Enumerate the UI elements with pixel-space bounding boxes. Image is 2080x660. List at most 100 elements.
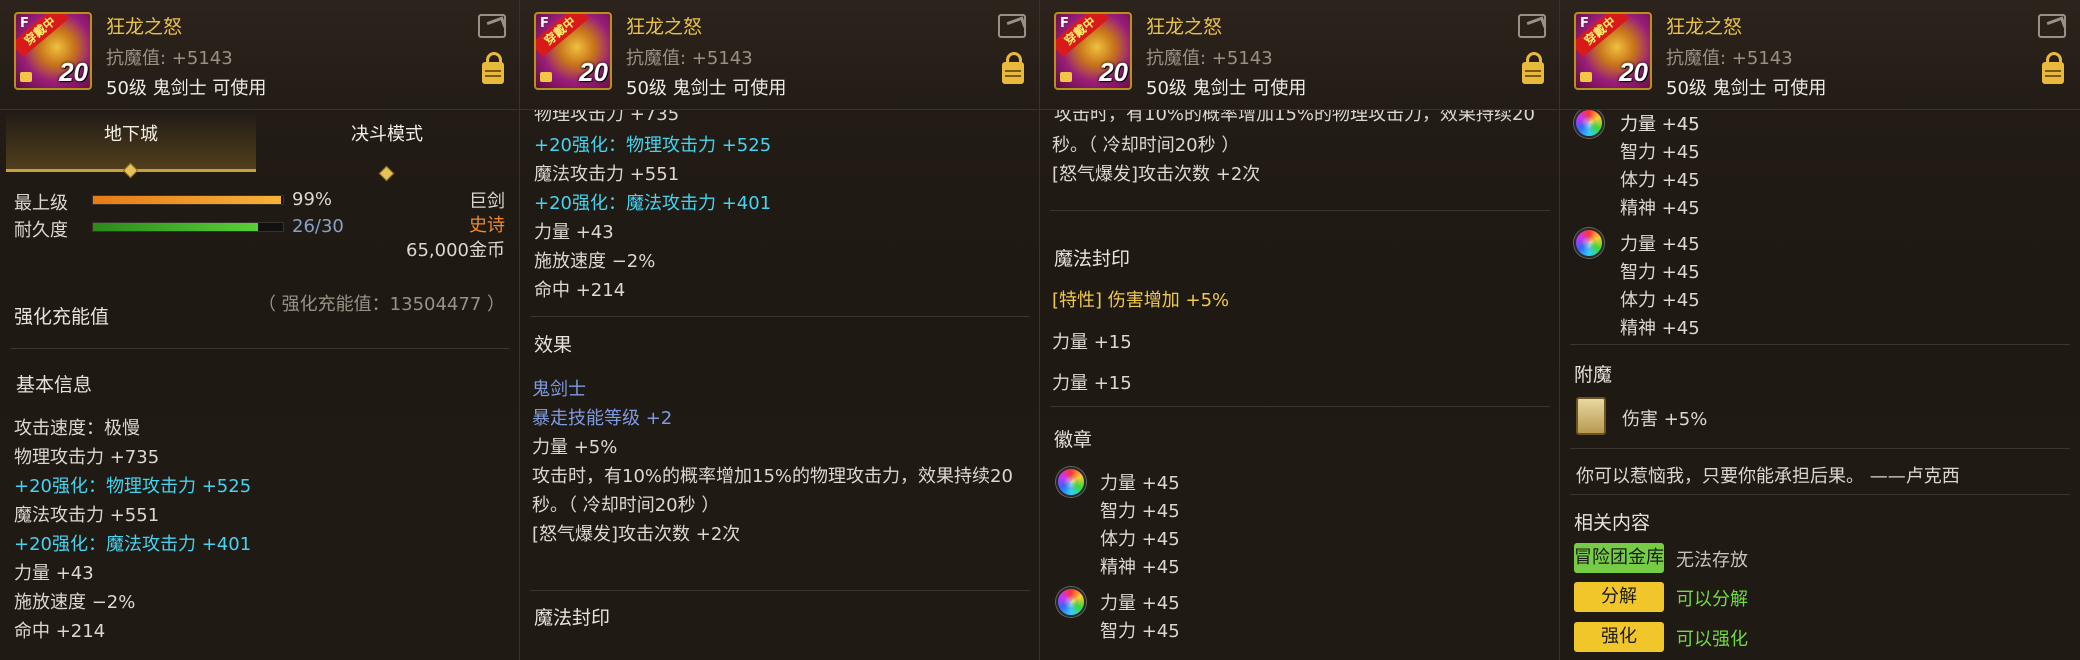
emblem-stat: 力量 +45 [1620, 114, 1700, 135]
enchant-title: 附魔 [1574, 364, 1613, 386]
enchant-card-icon [1576, 397, 1606, 435]
lock-icon[interactable] [1522, 52, 1544, 84]
durability-bar [92, 222, 284, 232]
item-usable: 50级 鬼剑士 可使用 [106, 78, 267, 99]
tab-diamond-icon [122, 162, 139, 179]
lock-mini-icon [1060, 72, 1072, 82]
effect-desc-2: 秒。（ 冷却时间20秒 ） [532, 495, 720, 516]
durability-label: 耐久度 [14, 220, 68, 241]
emblem-stat: 智力 +45 [1620, 142, 1700, 163]
stat-line: 物理攻击力 +735 [14, 447, 160, 468]
divider [1050, 210, 1550, 211]
divider [1570, 344, 2070, 345]
share-icon[interactable] [1518, 14, 1546, 38]
lock-icon[interactable] [2042, 52, 2064, 84]
enhance-level: 20 [1619, 57, 1648, 87]
divider [1570, 448, 2070, 449]
effect-desc-1: 攻击时，有10%的概率增加15%的物理攻击力，效果持续20 [532, 466, 1013, 487]
emblem-stat: 智力 +45 [1620, 262, 1700, 283]
item-resist: 抗魔值: +5143 [626, 48, 753, 69]
lock-mini-icon [20, 72, 32, 82]
item-icon: F 穿戴中 20 [534, 12, 612, 90]
effect-str: 力量 +5% [532, 437, 618, 458]
emblem-stat: 力量 +45 [1100, 473, 1180, 494]
lock-mini-icon [1580, 72, 1592, 82]
rarity: 史诗 [469, 215, 505, 236]
effect-burst: [怒气爆发]攻击次数 +2次 [1052, 164, 1261, 185]
flavor-quote: 你可以惹恼我，只要你能承担后果。 ——卢克西 [1576, 466, 1960, 487]
enchant-stat: 伤害 +5% [1622, 409, 1708, 430]
emblem-stat: 智力 +45 [1100, 501, 1180, 522]
lock-mini-icon [540, 72, 552, 82]
disassemble-status: 可以分解 [1676, 589, 1748, 610]
emblem-stat: 体力 +45 [1620, 170, 1700, 191]
emblem-stat: 力量 +45 [1620, 234, 1700, 255]
disassemble-button[interactable]: 分解 [1574, 582, 1664, 612]
emblem-stat: 智力 +45 [1100, 621, 1180, 642]
item-header: F 穿戴中 20 狂龙之怒 抗魔值: +5143 50级 鬼剑士 可使用 [1560, 0, 2080, 110]
enhance-button[interactable]: 强化 [1574, 622, 1664, 652]
effect-burst: [怒气爆发]攻击次数 +2次 [532, 524, 741, 545]
emblem-gem-icon [1056, 467, 1086, 497]
emblem-stat: 精神 +45 [1620, 198, 1700, 219]
share-icon[interactable] [998, 14, 1026, 38]
divider [1570, 494, 2070, 495]
item-icon: F 穿戴中 20 [14, 12, 92, 90]
tab-dungeon[interactable]: 地下城 [6, 112, 256, 179]
divider [530, 316, 1030, 317]
tab-duel[interactable]: 决斗模式 [262, 112, 512, 182]
seal-trait: [特性] 伤害增加 +5% [1052, 290, 1230, 311]
item-name: 狂龙之怒 [1666, 16, 1743, 38]
stat-line: 力量 +43 [14, 563, 94, 584]
enhance-level: 20 [59, 57, 88, 87]
lock-icon[interactable] [482, 52, 504, 84]
effect-title: 效果 [534, 334, 573, 356]
price: 65,000金币 [406, 240, 505, 261]
effect-class: 鬼剑士 [532, 379, 586, 400]
stat-line: +20强化：物理攻击力 +525 [14, 476, 252, 497]
lock-icon[interactable] [1002, 52, 1024, 84]
divider [530, 590, 1030, 591]
effect-desc-2: 秒。（ 冷却时间20秒 ） [1052, 135, 1240, 156]
stat-line: 力量 +43 [534, 222, 614, 243]
grade-bar-fill [93, 196, 282, 204]
seal-title: 魔法封印 [1054, 248, 1131, 270]
stat-line: +20强化：物理攻击力 +525 [534, 135, 772, 156]
enhance-value: （ 强化充能值：13504477 ） [257, 294, 505, 315]
item-resist: 抗魔值: +5143 [106, 48, 233, 69]
tab-dungeon-label: 地下城 [104, 124, 158, 145]
emblem-stat: 体力 +45 [1620, 290, 1700, 311]
stat-line: 命中 +214 [14, 621, 106, 642]
tooltip-panel-3: 攻击时，有10%的概率增加15%的物理攻击力，效果持续20 F 穿戴中 20 狂… [1040, 0, 1560, 660]
share-icon[interactable] [478, 14, 506, 38]
stat-line: +20强化：魔法攻击力 +401 [14, 534, 252, 555]
stat-line: 施放速度 −2% [534, 251, 656, 272]
item-icon: F 穿戴中 20 [1574, 12, 1652, 90]
divider [10, 348, 510, 349]
grade-bar [92, 195, 284, 205]
adventure-vault-button[interactable]: 冒险团金库 [1574, 543, 1664, 573]
related-title: 相关内容 [1574, 512, 1651, 534]
stat-line: 魔法攻击力 +551 [534, 164, 680, 185]
grade-label: 最上级 [14, 193, 68, 214]
durability-bar-fill [93, 223, 259, 231]
emblem-gem-icon [1574, 228, 1604, 258]
item-header: F 穿戴中 20 狂龙之怒 抗魔值: +5143 50级 鬼剑士 可使用 [0, 0, 519, 110]
emblem-title: 徽章 [1054, 429, 1093, 451]
enhance-status: 可以强化 [1676, 629, 1748, 650]
item-resist: 抗魔值: +5143 [1146, 48, 1273, 69]
enhance-title: 强化充能值 [14, 306, 110, 328]
tooltip-panel-4: 力量 +45 F 穿戴中 20 狂龙之怒 抗魔值: +5143 50级 鬼剑士 … [1560, 0, 2080, 660]
seal-stat: 力量 +15 [1052, 373, 1132, 394]
item-name: 狂龙之怒 [106, 16, 183, 38]
item-name: 狂龙之怒 [626, 16, 703, 38]
item-icon: F 穿戴中 20 [1054, 12, 1132, 90]
tooltip-panel-2: 物理攻击力 +735 F 穿戴中 20 狂龙之怒 抗魔值: +5143 50级 … [520, 0, 1040, 660]
emblem-stat: 精神 +45 [1620, 318, 1700, 339]
emblem-stat: 精神 +45 [1100, 557, 1180, 578]
enhance-level: 20 [1099, 57, 1128, 87]
item-usable: 50级 鬼剑士 可使用 [1146, 78, 1307, 99]
share-icon[interactable] [2038, 14, 2066, 38]
grade-pct: 99% [292, 189, 333, 210]
weapon-type: 巨剑 [469, 191, 505, 212]
